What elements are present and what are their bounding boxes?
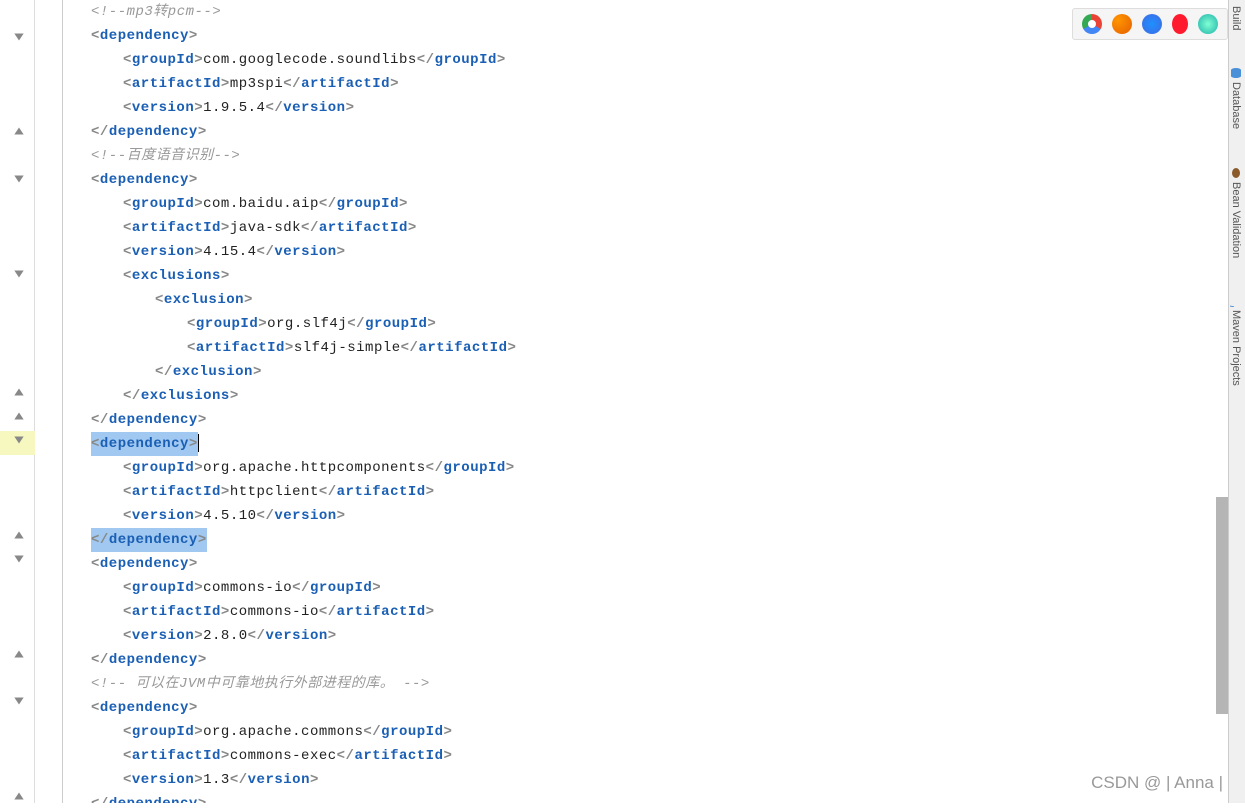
safari-icon[interactable] xyxy=(1142,14,1162,34)
database-icon xyxy=(1230,67,1242,79)
bean-icon xyxy=(1230,167,1242,179)
right-sidebar: Build Database Bean Validation mMaven Pr… xyxy=(1228,0,1245,803)
fold-marker[interactable] xyxy=(12,789,26,803)
code-area[interactable]: <!--mp3转pcm--> <dependency> <groupId>com… xyxy=(63,0,1228,803)
fold-marker[interactable] xyxy=(12,385,26,399)
sidebar-tab-bean-validation[interactable]: Bean Validation xyxy=(1229,161,1243,264)
fold-marker[interactable] xyxy=(12,409,26,423)
fold-marker[interactable] xyxy=(12,433,26,447)
other-browser-icon[interactable] xyxy=(1198,14,1218,34)
xml-comment: <!--mp3转pcm--> xyxy=(91,4,221,20)
opera-icon[interactable] xyxy=(1172,14,1188,34)
divider xyxy=(35,0,63,803)
current-line-highlight xyxy=(63,432,1228,456)
chrome-icon[interactable] xyxy=(1082,14,1102,34)
text-cursor xyxy=(198,434,200,452)
fold-marker[interactable] xyxy=(12,124,26,138)
fold-marker[interactable] xyxy=(12,528,26,542)
xml-comment: <!--百度语音识别--> xyxy=(91,148,240,164)
watermark: CSDN @ | Anna | xyxy=(1091,773,1223,793)
sidebar-tab-build[interactable]: Build xyxy=(1229,0,1243,36)
fold-marker[interactable] xyxy=(12,30,26,44)
fold-marker[interactable] xyxy=(12,694,26,708)
firefox-icon[interactable] xyxy=(1112,14,1132,34)
sidebar-tab-database[interactable]: Database xyxy=(1229,61,1243,135)
selection-close-tag: </dependency> xyxy=(91,528,207,552)
sidebar-tab-maven[interactable]: mMaven Projects xyxy=(1229,289,1243,392)
editor-area: <!--mp3转pcm--> <dependency> <groupId>com… xyxy=(0,0,1228,803)
svg-text:m: m xyxy=(1230,305,1237,307)
maven-icon: m xyxy=(1230,295,1242,307)
fold-marker[interactable] xyxy=(12,647,26,661)
vertical-scrollbar-thumb[interactable] xyxy=(1216,497,1228,714)
browser-icons-toolbar xyxy=(1072,8,1228,40)
fold-marker[interactable] xyxy=(12,267,26,281)
fold-marker[interactable] xyxy=(12,172,26,186)
gutter xyxy=(0,0,35,803)
xml-comment: <!-- 可以在JVM中可靠地执行外部进程的库。 --> xyxy=(91,676,430,692)
selection-open-tag: <dependency> xyxy=(91,432,198,456)
fold-marker[interactable] xyxy=(12,552,26,566)
